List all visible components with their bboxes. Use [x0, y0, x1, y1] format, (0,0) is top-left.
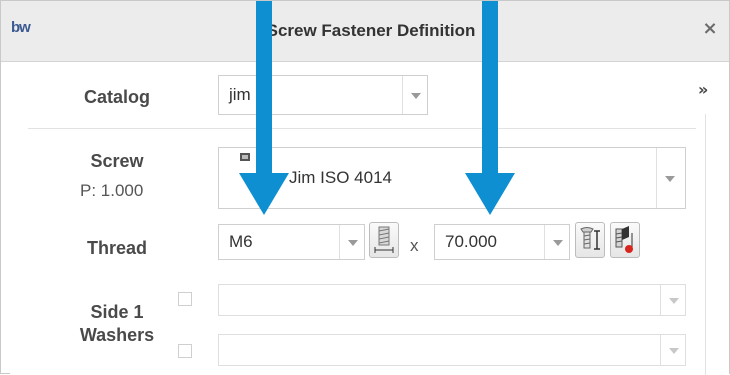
chevron-down-icon[interactable]	[402, 76, 427, 114]
washers-label-line1: Side 1	[90, 302, 144, 322]
annotation-arrow-icon	[465, 1, 515, 215]
thread-length-dropdown[interactable]: 70.000	[434, 224, 570, 260]
close-button[interactable]: ×	[699, 17, 721, 41]
washer-row2-dropdown[interactable]	[218, 334, 686, 366]
screw-measure-button[interactable]	[575, 222, 605, 258]
section-separator	[28, 128, 696, 129]
chevron-down-icon[interactable]	[656, 148, 685, 208]
screw-pick-icon	[615, 226, 633, 253]
thread-size-value: M6	[229, 232, 253, 251]
thread-label: Thread	[86, 238, 147, 258]
thread-size-dropdown[interactable]: M6	[218, 224, 365, 260]
washer-row2-checkbox[interactable]	[178, 344, 192, 358]
chevron-down-icon[interactable]	[660, 335, 685, 365]
chevron-down-icon[interactable]	[660, 285, 685, 315]
screw-measure-icon	[580, 227, 600, 250]
chevron-down-icon[interactable]	[544, 225, 569, 259]
screw-pick-button[interactable]	[610, 222, 640, 258]
thread-length-value: 70.000	[445, 232, 497, 251]
thread-length-button[interactable]	[369, 222, 399, 258]
washers-label-line2: Washers	[79, 325, 155, 345]
dialog-content: » Catalog jim Screw P: 1.000 Jim ISO 401…	[10, 62, 729, 375]
thread-length-icon	[374, 226, 394, 253]
washer-row1-checkbox[interactable]	[178, 292, 192, 306]
bw-logo: bw	[11, 19, 31, 36]
washer-row1-dropdown[interactable]	[218, 284, 686, 316]
expand-panel-button[interactable]: »	[698, 80, 708, 99]
screw-fastener-dialog: bw Screw Fastener Definition × » Catalog…	[0, 0, 730, 375]
screw-pitch-value: P: 1.000	[80, 181, 144, 200]
screw-value: Jim ISO 4014	[289, 168, 392, 187]
catalog-label: Catalog	[83, 87, 150, 107]
chevron-down-icon[interactable]	[339, 225, 364, 259]
panel-divider	[705, 114, 706, 375]
annotation-arrow-icon	[239, 1, 289, 215]
times-label: x	[410, 236, 419, 255]
screw-label: Screw	[90, 151, 144, 171]
title-bar[interactable]: bw Screw Fastener Definition ×	[1, 1, 729, 62]
